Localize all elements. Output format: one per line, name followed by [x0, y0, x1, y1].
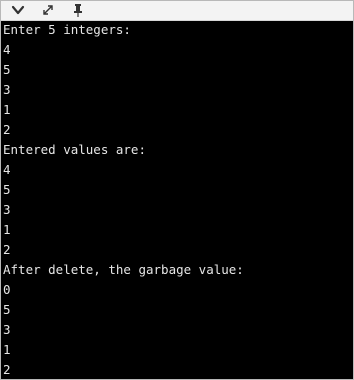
- console-line: Entered values are:: [3, 142, 146, 157]
- console-line: 0: [3, 282, 11, 297]
- console-line: 1: [3, 342, 11, 357]
- expand-icon[interactable]: [41, 3, 55, 17]
- console-line: 4: [3, 42, 11, 57]
- console-line: 2: [3, 242, 11, 257]
- console-line: 2: [3, 362, 11, 377]
- console-line: 3: [3, 322, 11, 337]
- console-line: 4: [3, 162, 11, 177]
- console-line: 1: [3, 222, 11, 237]
- pin-icon[interactable]: [71, 3, 85, 17]
- chevron-down-icon[interactable]: [11, 3, 25, 17]
- console-line: 5: [3, 302, 11, 317]
- console-line: 3: [3, 82, 11, 97]
- console-line: 1: [3, 102, 11, 117]
- toolbar: [1, 1, 353, 21]
- console-output: Enter 5 integers: 4 5 3 1 2 Entered valu…: [2, 21, 352, 379]
- console-line: 5: [3, 182, 11, 197]
- console-line: 5: [3, 62, 11, 77]
- console-line: Enter 5 integers:: [3, 22, 131, 37]
- console-line: 3: [3, 202, 11, 217]
- console-window: Enter 5 integers: 4 5 3 1 2 Entered valu…: [0, 0, 354, 380]
- console-line: After delete, the garbage value:: [3, 262, 244, 277]
- console-line: 2: [3, 122, 11, 137]
